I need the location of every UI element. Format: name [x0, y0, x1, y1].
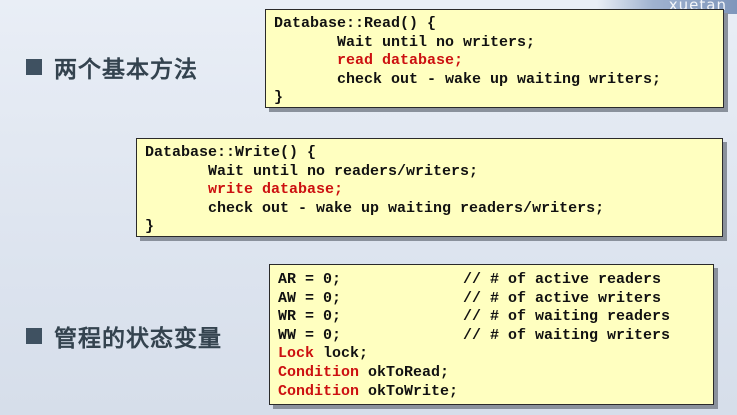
var-line-ww: WW = 0;// # of waiting writers — [278, 326, 671, 344]
code-line-highlight: write database; — [145, 181, 344, 199]
condition-okToRead: Condition okToRead; — [278, 363, 450, 381]
square-bullet-icon — [26, 59, 42, 75]
var-line-wr: WR = 0;// # of waiting readers — [278, 308, 671, 326]
state-variables-code-box: AR = 0;// # of active readers AW = 0;// … — [269, 264, 714, 405]
bullet-basic-methods: 两个基本方法 — [26, 50, 198, 84]
var-line-ar: AR = 0;// # of active readers — [278, 271, 662, 288]
lock-declaration: Lock lock; — [278, 345, 369, 363]
code-line: Wait until no readers/writers; — [145, 162, 479, 180]
write-method-code-box: Database::Write() { Wait until no reader… — [136, 138, 723, 237]
square-bullet-icon — [26, 328, 42, 344]
bullet-text: 管程的状态变量 — [54, 326, 222, 352]
condition-okToWrite: Condition okToWrite; — [278, 382, 459, 400]
read-method-code-box: Database::Read() { Wait until no writers… — [265, 9, 724, 108]
code-line: check out - wake up waiting writers; — [274, 70, 662, 88]
var-line-aw: AW = 0;// # of active writers — [278, 289, 662, 307]
code-line: Wait until no writers; — [274, 33, 536, 51]
bullet-text: 两个基本方法 — [54, 57, 198, 83]
code-line: } — [274, 89, 284, 107]
code-line: Database::Read() { — [274, 15, 437, 32]
bullet-state-variables: 管程的状态变量 — [26, 319, 222, 353]
code-line: check out - wake up waiting readers/writ… — [145, 199, 605, 217]
code-line: Database::Write() { — [145, 144, 317, 161]
code-line-highlight: read database; — [274, 52, 464, 70]
code-line: } — [145, 218, 155, 236]
